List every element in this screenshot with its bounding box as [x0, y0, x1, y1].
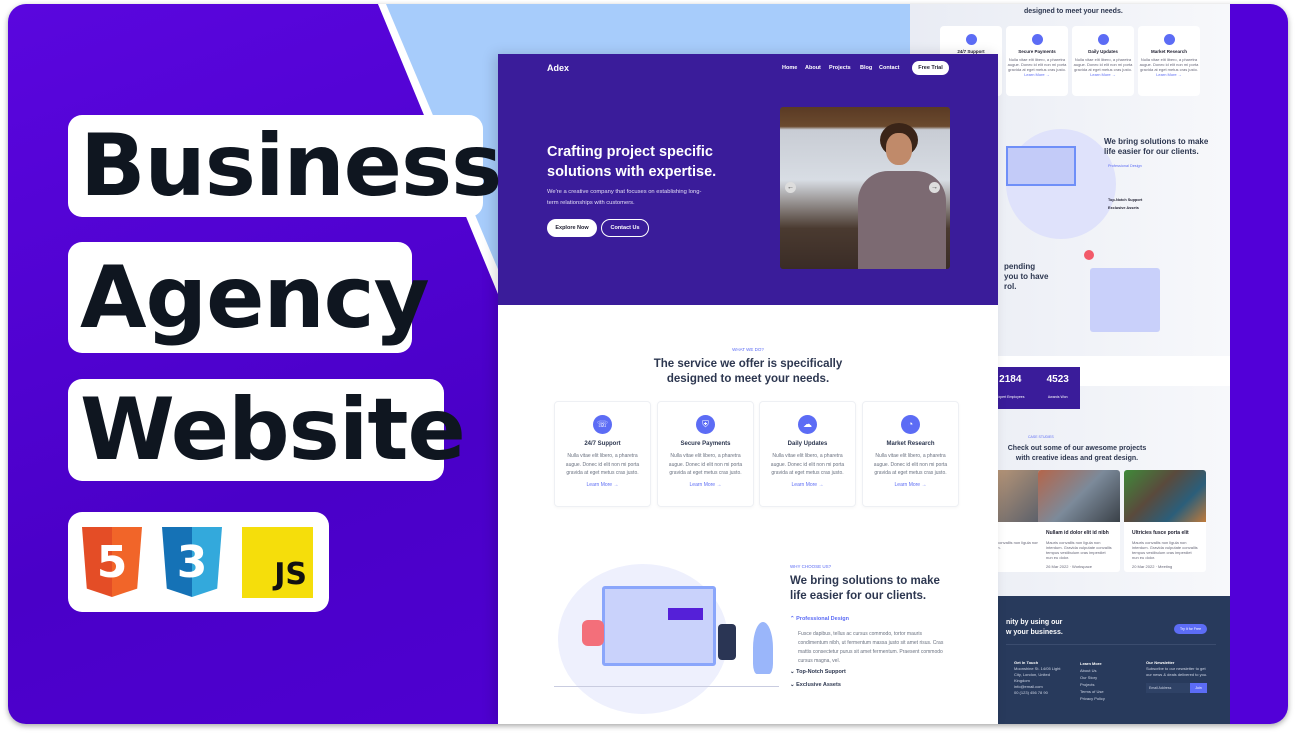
accordion-exclusive-assets[interactable]: ⌄ Exclusive Assets: [790, 682, 841, 688]
nav-projects[interactable]: Projects: [829, 65, 851, 71]
service-card: ◔ Market Research Nulla vitae elit libero,…: [862, 401, 959, 507]
stat: 2184 Expert Employees: [996, 373, 1025, 399]
purple-right-edge: [1228, 4, 1288, 724]
cloud-icon: [1097, 34, 1109, 45]
carousel-prev-icon[interactable]: ←: [785, 182, 796, 193]
play-icon: [1084, 250, 1094, 260]
learn-more-link[interactable]: Learn More →: [1090, 72, 1116, 77]
footer-link[interactable]: Our Story: [1080, 674, 1105, 681]
cloud-upload-icon: ☁: [798, 415, 817, 434]
hero-title: Crafting project specific solutions with …: [547, 144, 717, 180]
phone-icon: [965, 34, 977, 45]
front-page-screenshot: Adex Home About Projects Blog Contact Fr…: [498, 54, 998, 724]
newsletter-email-input[interactable]: Email Address: [1146, 683, 1190, 693]
learn-more-link[interactable]: Learn More →: [863, 482, 958, 488]
tech-logos: 5 3 JS: [68, 512, 329, 612]
explore-now-button[interactable]: Explore Now: [547, 219, 597, 237]
shield-icon: ⛨: [696, 415, 715, 434]
title-agency: Agency: [68, 242, 430, 353]
accordion-text: Fusce dapibus, tellus ac cursus commodo,…: [798, 631, 944, 664]
project-card[interactable]: Nullam id dolor elit id nibh Mauris conva…: [1038, 470, 1120, 572]
why-title: We bring solutions to make life easier fo…: [790, 575, 940, 602]
join-button[interactable]: Join: [1190, 683, 1207, 693]
accordion-item[interactable]: Exclusive Assets: [1108, 206, 1139, 210]
back-service-card: Market Research Nulla vitae elit libero, …: [1138, 26, 1200, 96]
accordion-item[interactable]: Top-Notch Support: [1108, 198, 1142, 202]
stat: 4523 Awards Won: [1046, 373, 1069, 399]
free-trial-button[interactable]: Free Trial: [912, 61, 949, 75]
nav-home[interactable]: Home: [782, 65, 797, 71]
chevron-down-icon: ⌄: [790, 682, 795, 688]
back-service-card: Secure Payments Nulla vitae elit libero, …: [1006, 26, 1068, 96]
project-card[interactable]: Ultricies fusce porta elit Mauris convall…: [1124, 470, 1206, 572]
services-eyebrow: WHAT WE DO?: [732, 347, 764, 352]
chart-icon: [1163, 34, 1175, 45]
shield-icon: [1031, 34, 1043, 45]
nav-contact[interactable]: Contact: [879, 65, 899, 71]
title-website: Website: [68, 379, 466, 481]
css3-logo: 3: [162, 527, 222, 597]
service-card: ⛨ Secure Payments Nulla vitae elit libero,…: [657, 401, 754, 507]
marketing-illustration: [1090, 268, 1160, 332]
chevron-up-icon: ⌃: [790, 616, 795, 622]
chart-pie-icon: ◔: [901, 415, 920, 434]
service-card: ☏ 24/7 Support Nulla vitae elit libero, a …: [554, 401, 651, 507]
learn-more-link[interactable]: Learn More →: [760, 482, 855, 488]
footer-link[interactable]: Projects: [1080, 681, 1105, 688]
contact-us-button[interactable]: Contact Us: [601, 219, 649, 237]
hero-image: ← →: [780, 107, 950, 269]
html5-logo: 5: [82, 527, 142, 597]
footer-link[interactable]: Privacy Policy: [1080, 695, 1105, 702]
accordion-item[interactable]: Professional Design: [1108, 164, 1142, 168]
learn-more-link[interactable]: Learn More →: [658, 482, 753, 488]
js-logo: JS: [242, 526, 313, 598]
title-business: Business: [68, 115, 502, 217]
try-free-button[interactable]: Try It for Free: [1174, 624, 1207, 634]
browser-illustration: [1006, 146, 1076, 186]
learn-more-link[interactable]: Learn More →: [1024, 72, 1050, 77]
nav-about[interactable]: About: [805, 65, 821, 71]
why-eyebrow: WHY CHOOSE US?: [790, 564, 832, 569]
back-services-title: designed to meet your needs.: [1024, 8, 1123, 15]
hero-section: Adex Home About Projects Blog Contact Fr…: [498, 54, 998, 305]
footer-link[interactable]: Terms of Use: [1080, 688, 1105, 695]
footer-link[interactable]: About Us: [1080, 667, 1105, 674]
learn-more-link[interactable]: Learn More →: [1156, 72, 1182, 77]
services-title: The service we offer is specifically desi…: [653, 358, 843, 385]
accordion-professional-design[interactable]: ⌃ Professional Design: [790, 616, 849, 622]
nav-blog[interactable]: Blog: [860, 65, 872, 71]
thumbnail: designed to meet your needs. 24/7 Suppor…: [8, 4, 1288, 724]
brand-logo[interactable]: Adex: [547, 63, 569, 73]
phone-icon: ☏: [593, 415, 612, 434]
service-card: ☁ Daily Updates Nulla vitae elit libero, a…: [759, 401, 856, 507]
hero-subtitle: We're a creative company that focuses on…: [547, 189, 702, 206]
accordion-top-notch-support[interactable]: ⌄ Top-Notch Support: [790, 669, 846, 675]
back-service-card: Daily Updates Nulla vitae elit libero, a …: [1072, 26, 1134, 96]
chevron-down-icon: ⌄: [790, 669, 795, 675]
carousel-next-icon[interactable]: →: [929, 182, 940, 193]
learn-more-link[interactable]: Learn More →: [555, 482, 650, 488]
